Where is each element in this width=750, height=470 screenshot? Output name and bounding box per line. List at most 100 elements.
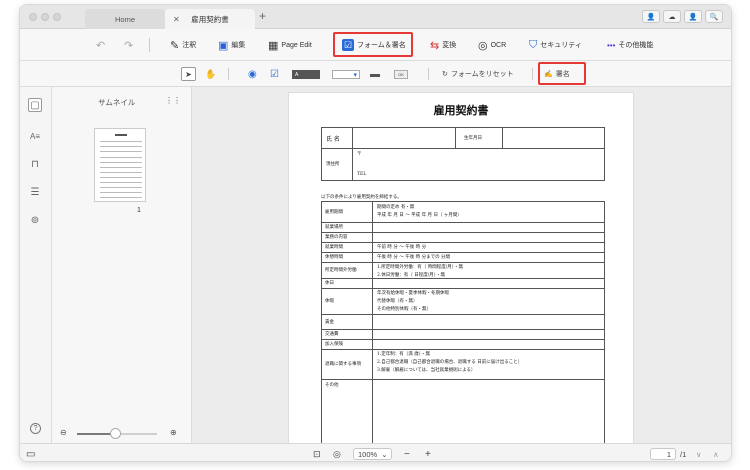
attachment-icon[interactable]: ⊚ [28,213,42,227]
document-title: 雇用契約書 [433,104,489,117]
undo-icon[interactable]: ↶ [96,37,105,53]
toolbar-divider [428,68,429,80]
ocr-icon: ◎ [478,39,488,52]
account-icon[interactable]: 👤 [642,10,660,23]
bookmark-icon[interactable]: ⊓ [28,157,42,171]
zoom-in-icon[interactable]: ⊕ [170,428,177,437]
table-row-value[interactable]: 2.自己都合退職（自己都合退職の場合、退職する 日前に届け出ること） [377,359,522,365]
minimize-window-button[interactable] [41,13,49,21]
table-row-label: 所定時間外労働 [325,268,357,273]
next-page-icon[interactable]: ∨ [696,448,702,460]
new-tab-button[interactable]: + [259,9,266,23]
thumb-line [100,197,142,198]
app-window: Home ✕ 雇用契約書 + 👤 ☁ 👤 🔍 ↶ ↷ ✎ 注釈 ▣ 編集 ▦ P… [19,4,732,462]
toolbar-divider [532,68,533,80]
table-row-value[interactable]: 1.所定時間外労働：有（ 時間程度/月）・無 [377,264,463,270]
thumb-line [100,146,142,147]
table-rule [322,148,604,149]
search-icon[interactable]: 🔍 [705,10,723,23]
table-row-value[interactable]: その他特別休暇（有・無） [377,306,431,312]
zoom-out-icon[interactable]: ⊖ [60,428,67,437]
fit-page-icon[interactable]: ⊡ [313,448,321,460]
convert-button[interactable]: ⇆ 変換 [430,37,456,53]
highlight-box-form-sign [333,32,413,57]
grid-icon[interactable]: ⋮⋮ [165,96,181,105]
checkbox-tool-icon[interactable]: ☑ [270,67,279,81]
panel-toggle-icon[interactable]: ▭ [26,448,35,460]
table-row-value[interactable]: 3.解雇（解雇については、当社就業規則による） [377,367,475,373]
maximize-window-button[interactable] [53,13,61,21]
list-box-tool-icon[interactable]: ▬ [370,67,380,81]
page-thumbnail[interactable] [94,128,146,202]
table-row-label: 休日 [325,281,334,286]
zoom-plus-button[interactable]: + [425,448,431,460]
thumb-line [100,187,142,188]
thumb-line [100,167,142,168]
table-rule [322,288,604,289]
address-label: 現住所 [326,162,340,167]
personal-info-table: 氏 名 生年月日 現住所 〒 TEL [321,127,605,181]
table-row-value[interactable]: 午前 時 分 〜 午後 時 分 [377,244,426,250]
annotate-button[interactable]: ✎ 注釈 [170,37,196,53]
tab-document[interactable]: ✕ 雇用契約書 [165,9,255,29]
security-button[interactable]: ⛉ セキュリティ [529,37,582,53]
table-row-value[interactable]: 期間の定め 有・無 [377,204,414,210]
list-icon[interactable]: ☰ [28,185,42,199]
current-page: 1 [666,449,671,459]
table-row-label: 休暇 [325,299,334,304]
thumbnail-zoom-control: ⊖ ⊕ [52,425,192,443]
page-number-input[interactable]: 1 [650,448,676,460]
cloud-icon[interactable]: ☁ [663,10,681,23]
table-row-value[interactable]: 年次有給休暇・夏季休暇・冬期休暇 [377,290,449,296]
table-row-label: 交通費 [325,332,339,337]
table-rule [322,349,604,350]
table-row-value[interactable]: 1.定年制：有（満 歳）・無 [377,351,430,357]
edit-button[interactable]: ▣ 編集 [218,37,245,53]
birth-date-label: 生年月日 [464,136,482,141]
dropdown-tool-icon[interactable]: ▾ [332,70,360,79]
toolbar-divider [149,38,150,52]
help-icon[interactable]: ? [30,423,41,434]
zoom-minus-button[interactable]: − [404,448,410,460]
view-mode-icon[interactable]: ◎ [333,448,341,460]
ocr-button[interactable]: ◎ OCR [478,37,506,53]
hand-tool-icon[interactable]: ✋ [205,67,216,81]
radio-button-tool-icon[interactable]: ◉ [248,67,257,81]
text-field-tool-icon[interactable]: A [292,70,320,79]
document-page: 雇用契約書 氏 名 生年月日 現住所 〒 TEL 以下の条件により雇用契約を締結… [288,92,634,443]
push-button-tool-icon[interactable]: OK [394,70,408,79]
close-tab-icon[interactable]: ✕ [173,15,180,24]
thumb-line [100,141,142,142]
tel-label: TEL [357,172,367,177]
thumb-line [100,172,142,173]
close-window-button[interactable] [29,13,37,21]
table-row-value[interactable]: 代替休暇（有・無） [377,298,418,304]
document-viewer[interactable]: 雇用契約書 氏 名 生年月日 現住所 〒 TEL 以下の条件により雇用契約を締結… [192,87,731,443]
table-row-value[interactable]: 平成 年 月 日 〜 平成 年 月 日（ ヶ月間） [377,212,462,218]
more-icon: ••• [607,40,616,50]
table-row-label: 雇用期間 [325,210,343,215]
thumbnail-icon[interactable]: ▢ [28,98,42,112]
thumbnail-zoom-handle[interactable] [110,428,121,439]
text-size-icon[interactable]: A≡ [28,129,42,143]
previous-page-icon[interactable]: ∧ [713,448,719,460]
reset-icon: ↻ [442,71,448,78]
page-edit-button[interactable]: ▦ Page Edit [268,37,312,53]
table-row-value[interactable]: 午後 時 分 〜 午後 時 分までの 分間 [377,254,450,260]
reset-form-button[interactable]: ↻ フォームをリセット [442,67,514,81]
redo-icon[interactable]: ↷ [124,37,133,53]
annotate-label: 注釈 [182,42,197,49]
more-features-button[interactable]: ••• その他機能 [607,37,653,53]
page-edit-icon: ▦ [268,39,279,52]
user-icon[interactable]: 👤 [684,10,702,23]
thumb-line [100,162,142,163]
tab-home[interactable]: Home [85,9,165,29]
left-sidebar: ▢ A≡ ⊓ ☰ ⊚ ? [20,87,52,443]
pen-icon: ✎ [170,39,180,52]
tab-home-label: Home [114,14,135,24]
table-rule [322,339,604,340]
select-tool-icon[interactable]: ➤ [181,67,196,81]
reset-form-label: フォームをリセット [450,71,514,78]
zoom-select[interactable]: 100% ⌄ [353,448,393,460]
table-column-rule [455,128,456,148]
